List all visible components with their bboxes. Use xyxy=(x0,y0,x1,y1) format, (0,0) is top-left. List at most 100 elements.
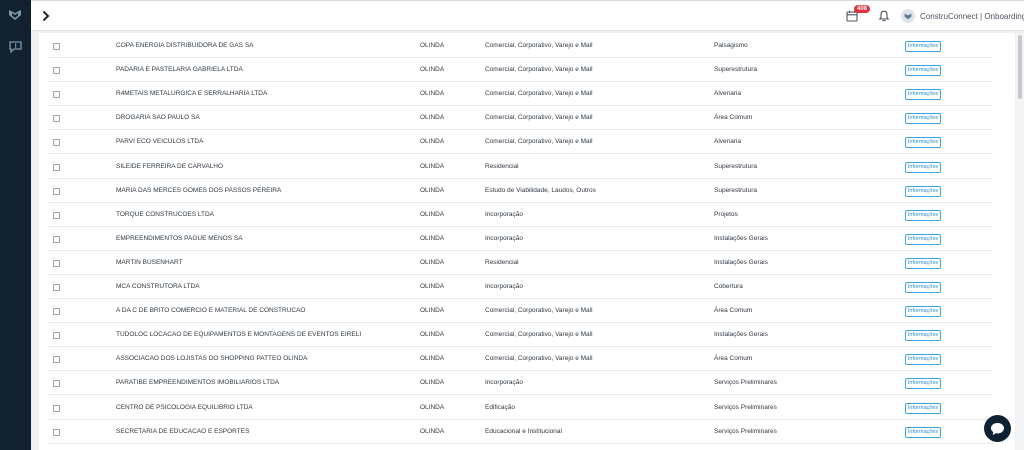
segment-cell: Comercial, Corporativo, Varejo e Mall xyxy=(485,307,593,315)
row-checkbox[interactable] xyxy=(53,284,60,291)
table-row: SECRETARIA DE EDUCACAO E ESPORTES OLINDA E… xyxy=(47,420,993,444)
company-name-cell: PARVI ECO VEICULOS LTDA xyxy=(116,138,204,146)
user-menu[interactable]: ConstruConnect | Onboarding ⌄ xyxy=(901,7,1024,25)
chat-bubble-icon xyxy=(991,422,1004,435)
company-name-cell: SECRETARIA DE EDUCACAO E ESPORTES xyxy=(116,427,250,435)
stage-cell: Serviços Preliminares xyxy=(714,379,777,387)
sidebar xyxy=(0,0,31,450)
info-button[interactable]: Informações xyxy=(905,209,941,221)
company-name-cell: MCA CONSTRUTORA LTDA xyxy=(116,283,200,290)
city-cell: OLINDA xyxy=(420,138,445,146)
info-button[interactable]: Informações xyxy=(905,161,941,173)
info-button[interactable]: Informações xyxy=(905,41,941,52)
info-button[interactable]: Informações xyxy=(905,113,941,125)
stage-cell: Superestrutura xyxy=(714,66,757,74)
stage-cell: Área Comum xyxy=(714,114,753,122)
row-checkbox[interactable] xyxy=(53,187,60,195)
info-button[interactable]: Informações xyxy=(905,402,941,414)
segment-cell: Incorporação xyxy=(485,379,523,387)
bell-icon[interactable] xyxy=(878,10,890,22)
row-checkbox[interactable] xyxy=(53,380,60,388)
stage-cell: Instalações Gerais xyxy=(714,234,768,242)
segment-cell: Comercial, Corporativo, Varejo e Mall xyxy=(485,114,593,122)
city-cell: OLINDA xyxy=(420,331,445,339)
info-button[interactable]: Informações xyxy=(905,65,941,77)
info-button[interactable]: Informações xyxy=(905,257,941,269)
company-name-cell: R4METAIS METALURGICA E SERRALHARIA LTDA xyxy=(116,90,268,98)
company-name-cell: MARIA DAS MERCES GOMES DOS PASSOS PEREIR… xyxy=(116,186,282,194)
row-checkbox[interactable] xyxy=(53,235,60,243)
chat-button[interactable] xyxy=(984,415,1011,442)
city-cell: OLINDA xyxy=(420,403,445,411)
table-row: MARIA DAS MERCES GOMES DOS PASSOS PEREIR… xyxy=(47,179,993,203)
city-cell: OLINDA xyxy=(420,186,445,194)
stage-cell: Projetos xyxy=(714,210,738,218)
company-name-cell: COPA ENERGIA DISTRIBUIDORA DE GAS SA xyxy=(116,42,254,49)
city-cell: OLINDA xyxy=(420,234,445,242)
city-cell: OLINDA xyxy=(420,307,445,315)
company-name-cell: MARTIN BUSENHART xyxy=(116,258,183,266)
stage-cell: Cobertura xyxy=(714,283,743,290)
row-checkbox[interactable] xyxy=(53,356,60,364)
row-checkbox[interactable] xyxy=(53,91,60,99)
avatar xyxy=(901,9,915,23)
row-checkbox[interactable] xyxy=(53,428,60,436)
segment-cell: Comercial, Corporativo, Varejo e Mall xyxy=(485,90,593,98)
row-checkbox[interactable] xyxy=(53,332,60,340)
city-cell: OLINDA xyxy=(420,90,445,98)
info-button[interactable]: Informações xyxy=(905,354,941,366)
segment-cell: Estudo de Viabilidade, Laudos, Outros xyxy=(485,186,596,194)
row-checkbox[interactable] xyxy=(53,139,60,147)
segment-cell: Residencial xyxy=(485,162,519,170)
row-checkbox[interactable] xyxy=(53,404,60,412)
row-checkbox[interactable] xyxy=(53,259,60,267)
segment-cell: Incorporação xyxy=(485,234,523,242)
info-button[interactable]: Informações xyxy=(905,89,941,101)
info-button[interactable]: Informações xyxy=(905,137,941,149)
shield-logo-icon[interactable] xyxy=(8,9,22,21)
info-button[interactable]: Informações xyxy=(905,378,941,390)
user-name-label: ConstruConnect | Onboarding xyxy=(920,11,1024,21)
info-button[interactable]: Informações xyxy=(905,233,941,245)
notification-count-badge: 408 xyxy=(854,5,871,13)
company-name-cell: TORQUE CONSTRUCOES LTDA xyxy=(116,210,214,218)
info-button[interactable]: Informações xyxy=(905,282,941,293)
table-row: DROGARIA SAO PAULO SA OLINDA Comercial, Co… xyxy=(47,106,993,131)
segment-cell: Comercial, Corporativo, Varejo e Mall xyxy=(485,66,593,74)
row-checkbox[interactable] xyxy=(53,115,60,123)
chevron-right-icon[interactable] xyxy=(40,10,52,22)
info-button[interactable]: Informações xyxy=(905,330,941,342)
city-cell: OLINDA xyxy=(420,379,445,387)
city-cell: OLINDA xyxy=(420,355,445,363)
row-checkbox[interactable] xyxy=(53,211,60,219)
row-checkbox[interactable] xyxy=(53,308,60,316)
info-button[interactable]: Informações xyxy=(905,426,941,438)
stage-cell: Alvenaria xyxy=(714,138,742,146)
table-row: TORQUE CONSTRUCOES LTDA OLINDA Incorporaçã… xyxy=(47,203,993,227)
table-row: CENTRO DE PSICOLOGIA EQUILIBRIO LTDA OLIN… xyxy=(47,396,993,420)
company-name-cell: CENTRO DE PSICOLOGIA EQUILIBRIO LTDA xyxy=(116,403,253,411)
row-checkbox[interactable] xyxy=(53,43,60,50)
segment-cell: Incorporação xyxy=(485,283,523,290)
table-row: PARATIBE EMPREENDIMENTOS IMOBILIARIOS LT… xyxy=(47,371,993,396)
info-button[interactable]: Informações xyxy=(905,306,941,318)
city-cell: OLINDA xyxy=(420,283,445,290)
stage-cell: Superestrutura xyxy=(714,162,757,170)
table-row: SILEIDE FERREIRA DE CARVALHO OLINDA Reside… xyxy=(47,155,993,179)
comment-alert-icon[interactable] xyxy=(9,41,22,53)
segment-cell: Educacional e Institucional xyxy=(485,427,562,435)
stage-cell: Instalações Gerais xyxy=(714,258,768,266)
scrollbar[interactable] xyxy=(1016,33,1024,450)
city-cell: OLINDA xyxy=(420,42,445,49)
scrollbar-thumb[interactable] xyxy=(1018,35,1022,99)
row-checkbox[interactable] xyxy=(53,163,60,171)
company-name-cell: DROGARIA SAO PAULO SA xyxy=(116,114,200,122)
company-name-cell: A DA C DE BRITO COMERCIO E MATERIAL DE C… xyxy=(116,307,306,315)
segment-cell: Residencial xyxy=(485,258,519,266)
segment-cell: Comercial, Corporativo, Varejo e Mall xyxy=(485,138,593,146)
info-button[interactable]: Informações xyxy=(905,185,941,197)
segment-cell: Incorporação xyxy=(485,210,523,218)
row-checkbox[interactable] xyxy=(53,67,60,75)
segment-cell: Comercial, Corporativo, Varejo e Mall xyxy=(485,331,593,339)
table-row: MCA CONSTRUTORA LTDA OLINDA Incorporação Co… xyxy=(47,275,993,299)
